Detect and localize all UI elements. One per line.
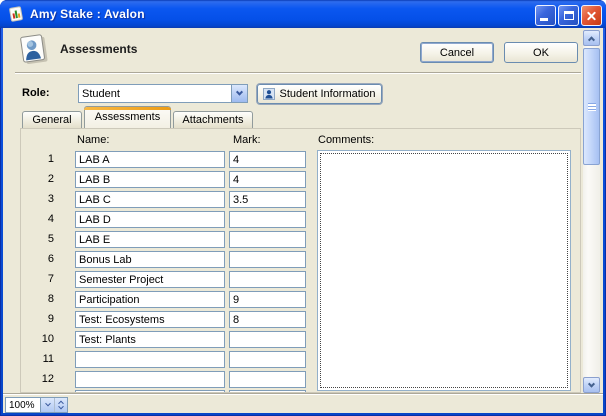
assessments-card-icon (17, 34, 51, 71)
mark-input[interactable] (229, 271, 306, 288)
name-input[interactable] (75, 351, 225, 368)
role-select[interactable]: Student (78, 84, 248, 103)
row-number: 2 (21, 173, 54, 185)
scroll-up-button[interactable] (583, 30, 600, 46)
page-title: Assessments (60, 42, 137, 56)
mark-input[interactable] (229, 371, 306, 388)
zoom-control: 100% (5, 397, 68, 413)
mark-input[interactable] (229, 351, 306, 368)
maximize-button[interactable] (558, 5, 579, 26)
row-number: 12 (21, 373, 54, 385)
row-number: 11 (21, 353, 54, 365)
name-input[interactable] (75, 390, 225, 393)
name-input[interactable] (75, 331, 225, 348)
mark-input[interactable] (229, 151, 306, 168)
comments-header: Comments: (318, 134, 374, 146)
mark-input[interactable] (229, 311, 306, 328)
comments-box (317, 150, 571, 391)
name-input[interactable] (75, 311, 225, 328)
thumb-grip-icon (588, 103, 596, 111)
role-selected-value: Student (79, 88, 231, 100)
name-input[interactable] (75, 191, 225, 208)
ok-button[interactable]: OK (504, 42, 578, 63)
app-icon (8, 6, 24, 22)
chevron-down-icon[interactable] (231, 85, 247, 102)
student-information-label: Student Information (279, 88, 375, 100)
row-number: 10 (21, 333, 54, 345)
zoom-stepper[interactable] (54, 398, 67, 412)
mark-input[interactable] (229, 291, 306, 308)
row-number: 4 (21, 213, 54, 225)
close-button[interactable] (581, 5, 602, 26)
window-controls (535, 5, 602, 26)
minimize-button[interactable] (535, 5, 556, 26)
chevron-down-icon (45, 401, 51, 407)
mark-input[interactable] (229, 211, 306, 228)
name-input[interactable] (75, 251, 225, 268)
name-input[interactable] (75, 211, 225, 228)
mark-input[interactable] (229, 231, 306, 248)
name-input[interactable] (75, 151, 225, 168)
name-input[interactable] (75, 271, 225, 288)
window-title: Amy Stake : Avalon (30, 7, 145, 21)
student-information-button[interactable]: Student Information (257, 84, 382, 104)
row-number: 5 (21, 233, 54, 245)
row-number: 6 (21, 253, 54, 265)
scroll-down-button[interactable] (583, 377, 600, 393)
mark-input[interactable] (229, 191, 306, 208)
name-input[interactable] (75, 291, 225, 308)
header-separator (15, 72, 581, 74)
name-input[interactable] (75, 171, 225, 188)
minimize-icon (540, 18, 548, 21)
name-input[interactable] (75, 231, 225, 248)
zoom-dropdown-button[interactable] (40, 398, 54, 412)
name-input[interactable] (75, 371, 225, 388)
mark-input[interactable] (229, 331, 306, 348)
row-number: 3 (21, 193, 54, 205)
tab-attachments[interactable]: Attachments (173, 111, 253, 128)
statusbar-separator (3, 393, 603, 395)
chevron-up-icon (588, 36, 595, 43)
mark-input[interactable] (229, 171, 306, 188)
role-label: Role: (22, 87, 50, 99)
mark-input[interactable] (229, 251, 306, 268)
titlebar[interactable]: Amy Stake : Avalon (0, 0, 606, 28)
vertical-scrollbar[interactable] (583, 30, 600, 393)
chevron-down-icon (58, 404, 64, 410)
mark-input[interactable] (229, 390, 306, 393)
tab-general[interactable]: General (22, 111, 82, 128)
row-number: 8 (21, 293, 54, 305)
maximize-icon (564, 11, 574, 20)
name-column-header: Name: (77, 134, 109, 146)
scrollbar-thumb[interactable] (583, 48, 600, 165)
cancel-button[interactable]: Cancel (420, 42, 494, 63)
person-icon (263, 88, 275, 100)
dialog-window: Amy Stake : Avalon Assessments Cancel OK (0, 0, 606, 416)
tab-assessments[interactable]: Assessments (84, 106, 171, 128)
dialog-content: Assessments Cancel OK Role: Student Stud… (3, 28, 603, 413)
assessments-tab-panel: Name: Mark: Comments: 1 2 3 4 (20, 128, 581, 393)
row-number: 1 (21, 153, 54, 165)
comments-textarea[interactable] (320, 153, 568, 388)
mark-column-header: Mark: (233, 134, 261, 146)
row-number: 7 (21, 273, 54, 285)
chevron-down-icon (588, 380, 595, 387)
row-number: 9 (21, 313, 54, 325)
zoom-level-value[interactable]: 100% (6, 398, 40, 412)
